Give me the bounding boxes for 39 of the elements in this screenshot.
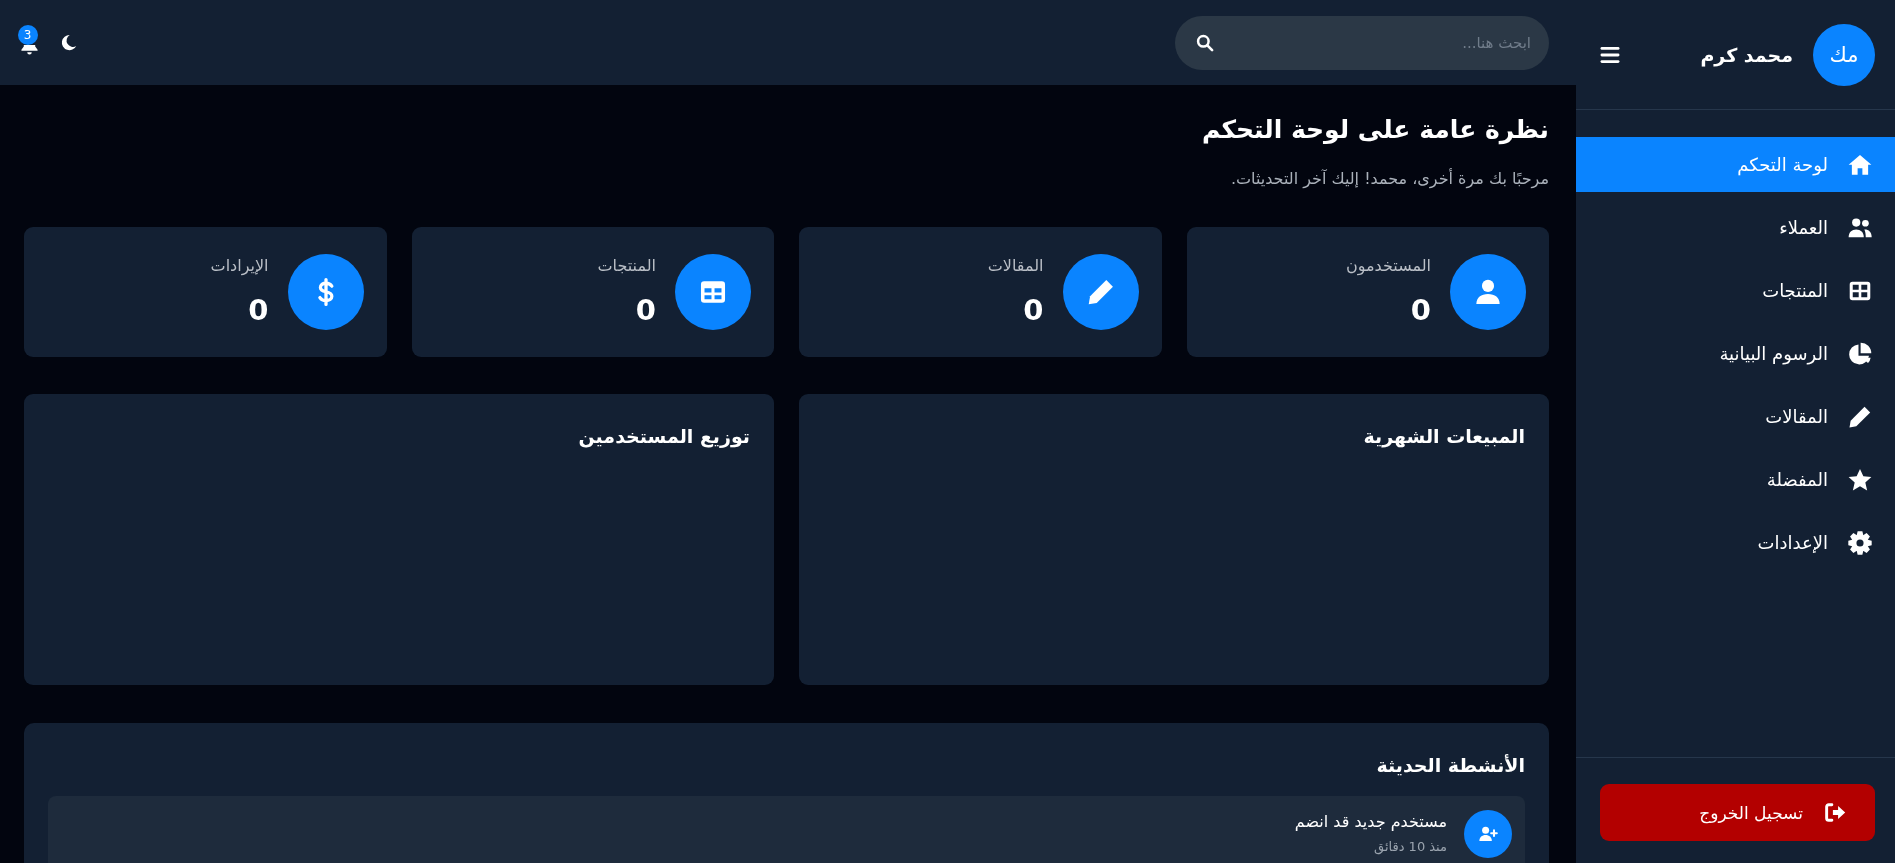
stat-label: المقالات <box>987 255 1044 277</box>
sidebar-item[interactable]: الرسوم البيانية <box>1576 326 1895 381</box>
stat-label: الإيرادات <box>210 255 269 278</box>
search-icon[interactable] <box>1195 32 1215 53</box>
stat-value: 0 <box>635 292 656 329</box>
notification-badge: 3 <box>17 24 38 45</box>
search-field[interactable]: ابحث هنا... <box>1225 30 1531 55</box>
sidebar-item[interactable]: الإعدادات <box>1576 515 1895 570</box>
pie-chart-icon <box>1847 340 1873 367</box>
user-name: محمد كرم <box>1700 43 1793 66</box>
activity-text: مستخدم جديد قد انضم <box>1294 811 1447 833</box>
dollar-icon <box>287 254 364 330</box>
logout-button[interactable]: تسجيل الخروج <box>1600 784 1875 841</box>
page-title: نظرة عامة على لوحة التحكم <box>1200 114 1549 147</box>
stat-value: 0 <box>1023 292 1044 329</box>
search-bar[interactable]: ابحث هنا... <box>1175 15 1549 70</box>
stat-label: المستخدمون <box>1346 255 1431 278</box>
pencil-icon <box>1062 254 1139 330</box>
bell-icon[interactable] <box>20 44 39 55</box>
moon-icon[interactable] <box>59 33 78 52</box>
activity-time: منذ 10 دقائق <box>1374 838 1447 855</box>
user-avatar: مك <box>1813 23 1875 86</box>
sidebar-item[interactable]: المنتجات <box>1576 263 1895 318</box>
activity-title: الأنشطة الحديثة <box>1375 753 1525 778</box>
chart-title: توزيع المستخدمين <box>577 424 750 449</box>
settings-icon <box>1847 529 1873 556</box>
sidebar-item[interactable]: العملاء <box>1576 200 1895 255</box>
table-icon <box>675 254 751 330</box>
sidebar-item[interactable]: المقالات <box>1576 389 1895 444</box>
stat-label: المنتجات <box>597 255 656 277</box>
page-subtitle: مرحبًا بك مرة أخرى، محمد! إليك آخر التحديثات. <box>1229 167 1549 191</box>
stat-value: 0 <box>248 292 269 329</box>
user-plus-icon <box>1464 810 1512 858</box>
stat-value: 0 <box>1410 292 1431 329</box>
sidebar-item[interactable]: لوحة التحكم <box>1576 137 1895 192</box>
user-icon <box>1450 254 1526 330</box>
sidebar-item[interactable]: المفضلة <box>1576 452 1895 507</box>
chart-title: المبيعات الشهرية <box>1362 424 1525 449</box>
logout-icon <box>1823 800 1848 825</box>
